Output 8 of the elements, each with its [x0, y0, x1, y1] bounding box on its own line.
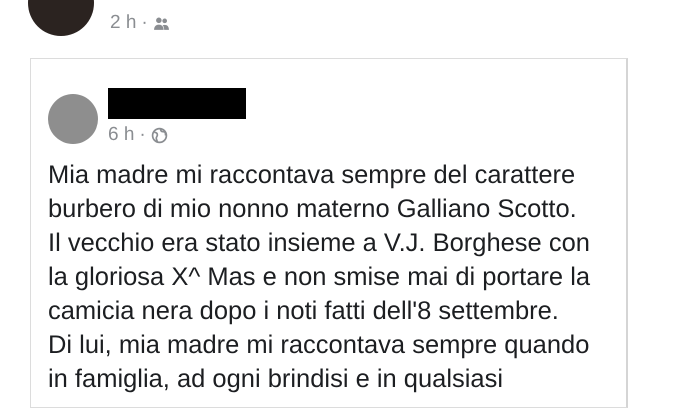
post-time: 6 h [108, 124, 134, 146]
globe-icon [150, 126, 168, 144]
separator-dot: · [141, 12, 148, 34]
separator-dot: · [139, 124, 146, 146]
avatar [48, 94, 98, 144]
post-time: 2 h [110, 12, 136, 34]
friends-icon [152, 14, 170, 32]
post-text: Mia madre mi raccontava sempre del carattere burbero di mio nonno materno Galliano Scotto. Il vecchio era stato insieme a V.J. Borghese con la gloriosa X^ Mas e non smise mai di portare la camicia nera dopo i noti fatti dell'8 settembre. Di lui, mia madre mi raccontava sempre quando in famiglia, ad ogni brindisi e in qualsiasi [48, 160, 592, 395]
